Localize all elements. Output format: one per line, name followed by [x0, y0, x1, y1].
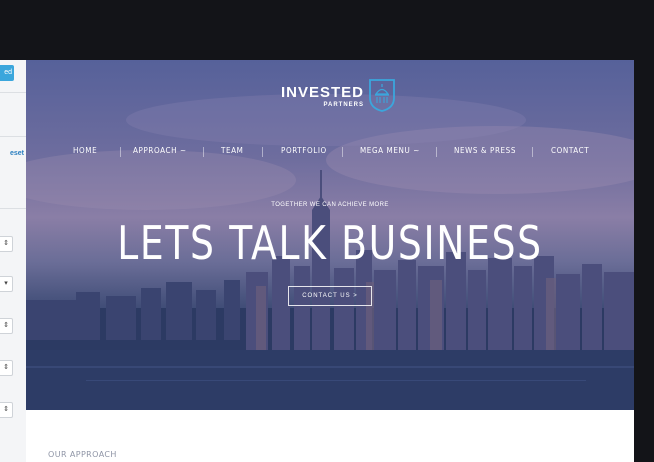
nav-divider [532, 147, 533, 157]
panel-divider [0, 136, 26, 137]
customizer-panel: ed eset ⇕ ▾ ⇕ ⇕ ⇕ [0, 60, 26, 462]
nav-item-news-press[interactable]: NEWS & PRESS [454, 146, 516, 155]
hero-section: INVESTED PARTNERS HOME APPROACH ~ TEAM P… [26, 60, 634, 410]
nav-item-team[interactable]: TEAM [221, 146, 243, 155]
brand-logo[interactable]: INVESTED PARTNERS [264, 78, 404, 118]
panel-divider [0, 208, 26, 209]
hero-tagline: TOGETHER WE CAN ACHIEVE MORE [271, 202, 389, 208]
contact-us-button[interactable]: CONTACT US > [288, 286, 372, 306]
nav-item-mega-menu[interactable]: MEGA MENU ~ [360, 146, 420, 155]
capitol-dome-icon [369, 79, 395, 112]
nav-divider [120, 147, 121, 157]
nav-divider [203, 147, 204, 157]
nav-item-approach[interactable]: APPROACH ~ [133, 146, 187, 155]
panel-action-button[interactable]: ed [0, 65, 14, 81]
panel-select-1[interactable]: ⇕ [0, 236, 13, 252]
panel-select-4[interactable]: ⇕ [0, 360, 13, 376]
panel-select-2[interactable]: ▾ [0, 276, 13, 292]
nav-item-portfolio[interactable]: PORTFOLIO [281, 146, 327, 155]
nav-divider [436, 147, 437, 157]
nav-item-home[interactable]: HOME [73, 146, 97, 155]
hero-headline: LETS TALK BUSINESS [117, 216, 543, 270]
panel-select-5[interactable]: ⇕ [0, 402, 13, 418]
reset-link[interactable]: eset [0, 150, 26, 157]
nav-divider [342, 147, 343, 157]
content-section: OUR APPROACH [26, 410, 634, 462]
panel-select-3[interactable]: ⇕ [0, 318, 13, 334]
logo-text: INVESTED [280, 84, 364, 101]
logo-subtext: PARTNERS [323, 102, 364, 108]
top-bar [0, 0, 654, 60]
main-navigation: HOME APPROACH ~ TEAM PORTFOLIO MEGA MENU… [26, 146, 634, 158]
nav-divider [262, 147, 263, 157]
nav-item-contact[interactable]: CONTACT [551, 146, 589, 155]
panel-divider [0, 92, 26, 93]
section-title: OUR APPROACH [48, 450, 117, 459]
